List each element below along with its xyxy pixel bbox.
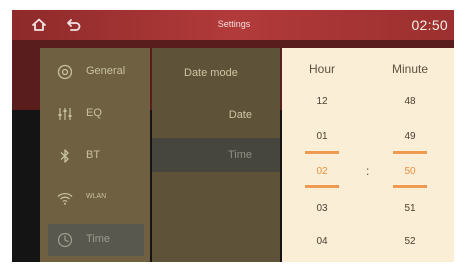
minute-option-selected[interactable]: 50: [380, 166, 440, 177]
hour-option[interactable]: 01: [292, 131, 352, 142]
clock-readout: 02:50: [411, 17, 448, 33]
time-submenu: Date mode Date Time: [152, 48, 280, 263]
page-title: Settings: [217, 19, 251, 29]
bezel-bottom: [0, 262, 458, 266]
submenu-item-date-mode[interactable]: Date mode: [152, 56, 280, 90]
sidebar-item-label: EQ: [86, 107, 102, 119]
hour-option-selected[interactable]: 02: [292, 166, 352, 177]
minute-option[interactable]: 49: [380, 131, 440, 142]
time-picker: Hour Minute 12 01 02 03 04 : 48 49 50 51…: [282, 48, 454, 263]
minute-option[interactable]: 52: [380, 236, 440, 247]
head-unit-screen: Settings 02:50 General EQ BT WLAN Time D…: [0, 0, 458, 266]
equalizer-icon: [58, 108, 72, 120]
bezel-left: [0, 0, 12, 266]
hour-option[interactable]: 03: [292, 203, 352, 214]
sidebar-item-label: Time: [86, 233, 111, 245]
clock-icon: [57, 232, 73, 248]
sidebar-item-bt[interactable]: BT: [48, 140, 144, 172]
submenu-item-label: Time: [227, 149, 252, 161]
sidebar-item-general[interactable]: General: [48, 56, 144, 88]
submenu-item-time[interactable]: Time: [152, 138, 280, 172]
sidebar-item-wlan[interactable]: WLAN: [48, 182, 144, 214]
sidebar-item-label: BT: [86, 149, 101, 161]
bezel-right: [454, 0, 458, 266]
minute-option[interactable]: 48: [380, 96, 440, 107]
hour-header: Hour: [308, 62, 335, 76]
submenu-item-label: Date: [228, 109, 252, 121]
minute-selection-bottom-line: [393, 185, 427, 188]
hour-selection-bottom-line: [305, 185, 339, 188]
sidebar-item-eq[interactable]: EQ: [48, 98, 144, 130]
wifi-icon: [57, 192, 73, 205]
home-icon[interactable]: [30, 16, 48, 34]
submenu-item-label: Date mode: [184, 67, 238, 79]
submenu-item-date[interactable]: Date: [152, 98, 280, 132]
time-separator: :: [366, 164, 370, 178]
sidebar-item-time[interactable]: Time: [48, 224, 144, 256]
hour-selection-top-line: [305, 151, 339, 154]
status-bar: Settings 02:50: [12, 10, 454, 40]
bezel-top: [0, 0, 458, 10]
hour-option[interactable]: 04: [292, 236, 352, 247]
minute-selection-top-line: [393, 151, 427, 154]
gear-icon: [57, 64, 73, 80]
back-arrow-icon[interactable]: [65, 16, 83, 34]
sidebar-item-label: WLAN: [86, 193, 107, 200]
minute-header: Minute: [391, 62, 429, 76]
minute-option[interactable]: 51: [380, 203, 440, 214]
hour-option[interactable]: 12: [292, 96, 352, 107]
sidebar-item-label: General: [86, 65, 126, 77]
bluetooth-icon: [60, 149, 69, 163]
settings-sidebar: General EQ BT WLAN Time: [40, 48, 150, 263]
